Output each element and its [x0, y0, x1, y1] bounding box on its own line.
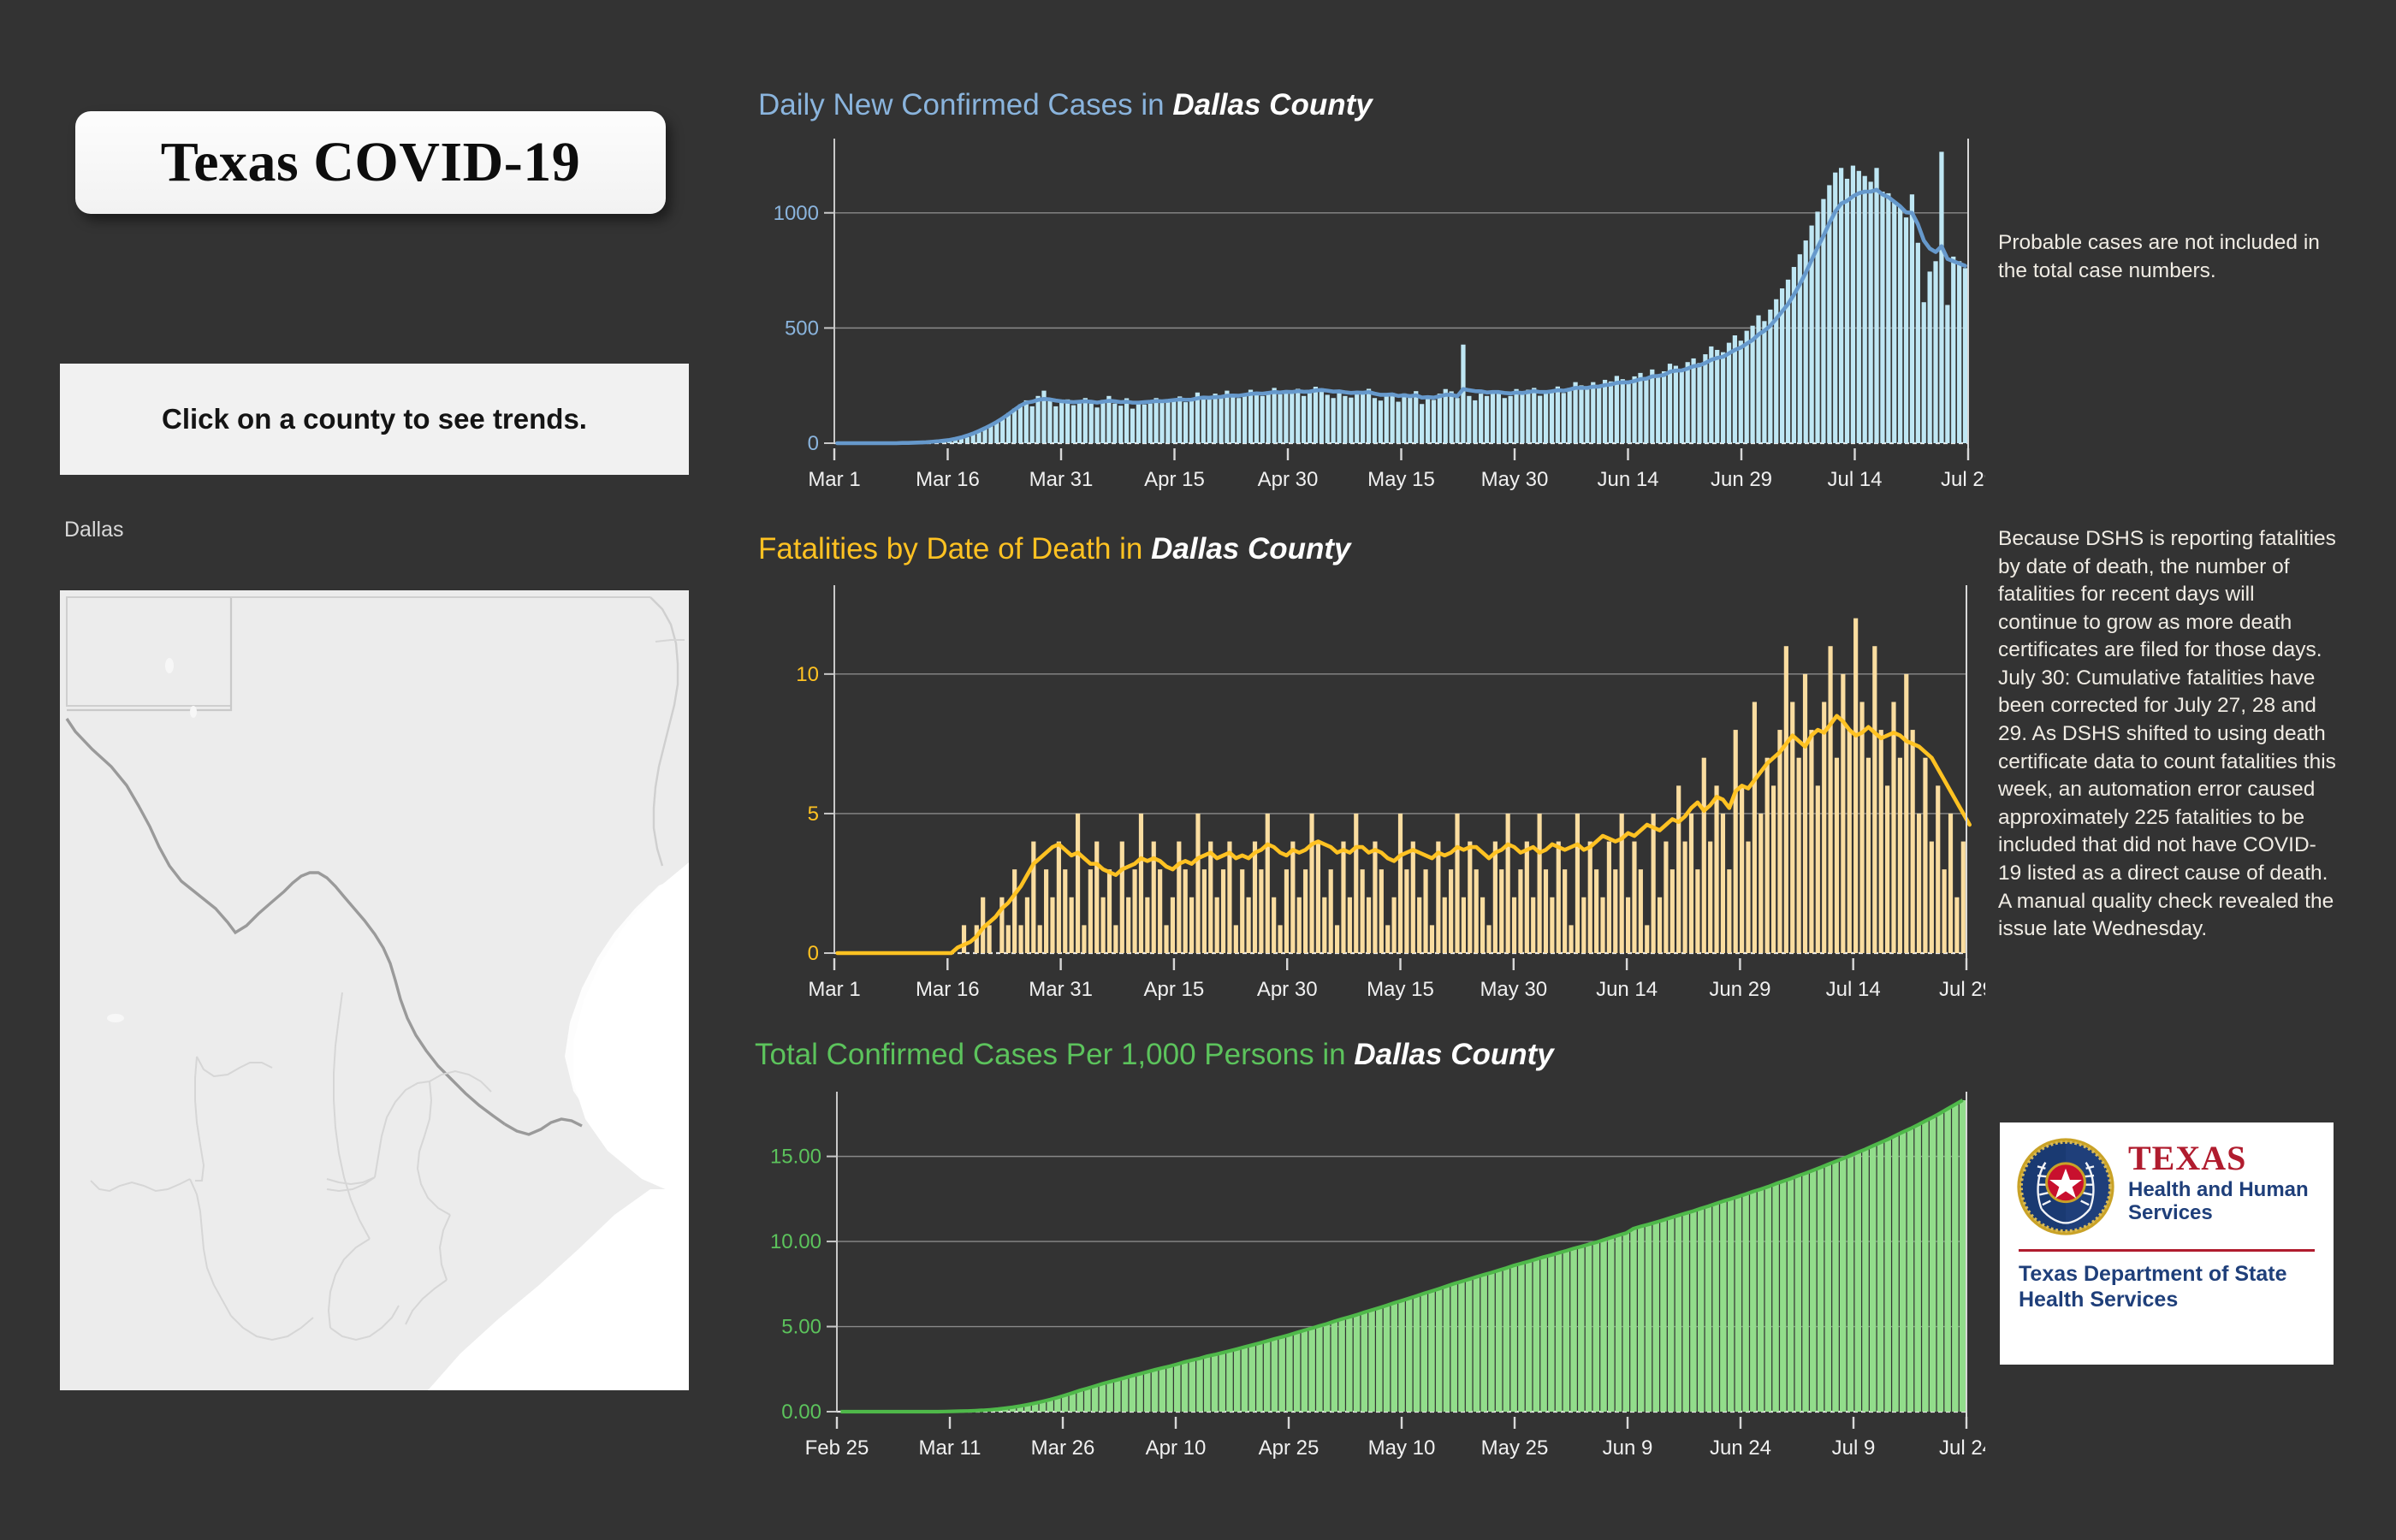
svg-text:Jul 14: Jul 14	[1827, 468, 1882, 491]
svg-text:Apr 25: Apr 25	[1259, 1436, 1320, 1460]
per1000-title-prefix: Total Confirmed Cases Per 1,000 Persons …	[755, 1038, 1355, 1071]
svg-text:Apr 30: Apr 30	[1257, 978, 1318, 1001]
cases-title-county: Dallas County	[1172, 88, 1373, 121]
svg-text:5.00: 5.00	[781, 1316, 821, 1339]
svg-text:Mar 16: Mar 16	[916, 468, 980, 491]
cases-chart-svg: 0 500 1000 Mar 1 Mar 16 Mar 31 Apr 15 Apr 30 May…	[774, 139, 1985, 491]
cases-title-prefix: Daily New Confirmed Cases in	[758, 88, 1173, 121]
fatalities-note: Because DSHS is reporting fatalities by …	[1998, 527, 2336, 941]
per1000-title-county: Dallas County	[1354, 1038, 1554, 1071]
selected-county-label: Dallas	[64, 518, 124, 542]
svg-text:0.00: 0.00	[781, 1401, 821, 1424]
fatalities-title-county: Dallas County	[1151, 532, 1351, 566]
fatalities-chart-plot[interactable]: 0 5 10 Mar 1 Mar 16 Mar 31 Apr 15 Apr 30 May 15 M…	[736, 575, 1985, 1020]
dashboard-root: Texas COVID-19 Click on a county to see …	[0, 0, 2396, 1540]
svg-text:Apr 10: Apr 10	[1146, 1436, 1207, 1460]
texas-seal-icon	[2017, 1138, 2114, 1235]
svg-text:Jun 24: Jun 24	[1710, 1436, 1771, 1460]
app-title: Texas COVID-19	[160, 131, 581, 193]
svg-text:0: 0	[808, 432, 819, 455]
logo-divider	[2019, 1249, 2315, 1252]
svg-text:Jun 29: Jun 29	[1709, 978, 1770, 1001]
county-instruction-text: Click on a county to see trends.	[162, 403, 587, 435]
svg-text:Apr 30: Apr 30	[1258, 468, 1319, 491]
svg-text:500: 500	[785, 317, 819, 340]
svg-text:Mar 11: Mar 11	[919, 1436, 982, 1460]
fatalities-chart-svg: 0 5 10 Mar 1 Mar 16 Mar 31 Apr 15 Apr 30 May 15 M…	[796, 585, 1985, 1001]
svg-text:Jul 9: Jul 9	[1832, 1436, 1876, 1460]
texas-county-map[interactable]: Dallas © OpenStreetMap	[60, 590, 689, 1390]
svg-text:Feb 25: Feb 25	[805, 1436, 869, 1460]
svg-text:Mar 31: Mar 31	[1029, 468, 1094, 491]
per1000-chart-title: Total Confirmed Cases Per 1,000 Persons …	[755, 1038, 1554, 1072]
svg-text:Apr 15: Apr 15	[1144, 978, 1205, 1001]
svg-text:10: 10	[796, 663, 819, 686]
svg-text:May 30: May 30	[1481, 468, 1549, 491]
map-graphic	[60, 590, 689, 1390]
cases-chart-plot[interactable]: 0 500 1000 Mar 1 Mar 16 Mar 31 Apr 15 Apr 30 May…	[736, 128, 1985, 505]
svg-text:5: 5	[808, 803, 819, 826]
svg-text:May 15: May 15	[1367, 978, 1434, 1001]
svg-text:Jun 29: Jun 29	[1711, 468, 1772, 491]
dshs-logo: TEXAS Health and Human Services Texas De…	[2000, 1122, 2334, 1365]
cases-note: Probable cases are not included in the t…	[1998, 231, 2320, 282]
svg-text:Jun 14: Jun 14	[1597, 468, 1658, 491]
fatalities-chart-title: Fatalities by Date of Death in Dallas Co…	[758, 532, 1351, 566]
svg-text:Mar 1: Mar 1	[808, 468, 860, 491]
svg-text:May 25: May 25	[1481, 1436, 1549, 1460]
logo-hhs-word: Health and Human Services	[2128, 1178, 2309, 1224]
per1000-chart-plot[interactable]: 0.00 5.00 10.00 15.00 Feb 25 Mar 11 Mar 26 Apr …	[736, 1080, 1985, 1473]
svg-text:Mar 16: Mar 16	[916, 978, 980, 1001]
svg-text:Jul 29: Jul 29	[1941, 468, 1985, 491]
svg-text:May 10: May 10	[1368, 1436, 1436, 1460]
svg-text:1000: 1000	[774, 202, 819, 225]
svg-text:Jul 14: Jul 14	[1826, 978, 1881, 1001]
svg-text:Mar 31: Mar 31	[1029, 978, 1093, 1001]
svg-text:Mar 1: Mar 1	[808, 978, 860, 1001]
svg-text:May 30: May 30	[1480, 978, 1547, 1001]
svg-text:Apr 15: Apr 15	[1144, 468, 1205, 491]
svg-text:Jun 9: Jun 9	[1603, 1436, 1653, 1460]
svg-text:Jul 24: Jul 24	[1939, 1436, 1985, 1460]
svg-text:0: 0	[808, 942, 819, 965]
county-instruction-panel[interactable]: Click on a county to see trends.	[60, 364, 689, 475]
logo-texas-word: TEXAS	[2128, 1139, 2247, 1177]
svg-text:Jun 14: Jun 14	[1596, 978, 1658, 1001]
svg-text:10.00: 10.00	[770, 1230, 821, 1253]
svg-text:Jul 29: Jul 29	[1939, 978, 1985, 1001]
per1000-chart-svg: 0.00 5.00 10.00 15.00 Feb 25 Mar 11 Mar 26 Apr …	[770, 1092, 1985, 1460]
svg-text:15.00: 15.00	[770, 1146, 821, 1169]
svg-text:May 15: May 15	[1367, 468, 1435, 491]
svg-text:Mar 26: Mar 26	[1031, 1436, 1095, 1460]
fatalities-title-prefix: Fatalities by Date of Death in	[758, 532, 1152, 566]
logo-department-word: Texas Department of State Health Service…	[2019, 1262, 2287, 1312]
cases-chart-title: Daily New Confirmed Cases in Dallas Coun…	[758, 88, 1373, 122]
app-title-badge: Texas COVID-19	[75, 111, 666, 214]
